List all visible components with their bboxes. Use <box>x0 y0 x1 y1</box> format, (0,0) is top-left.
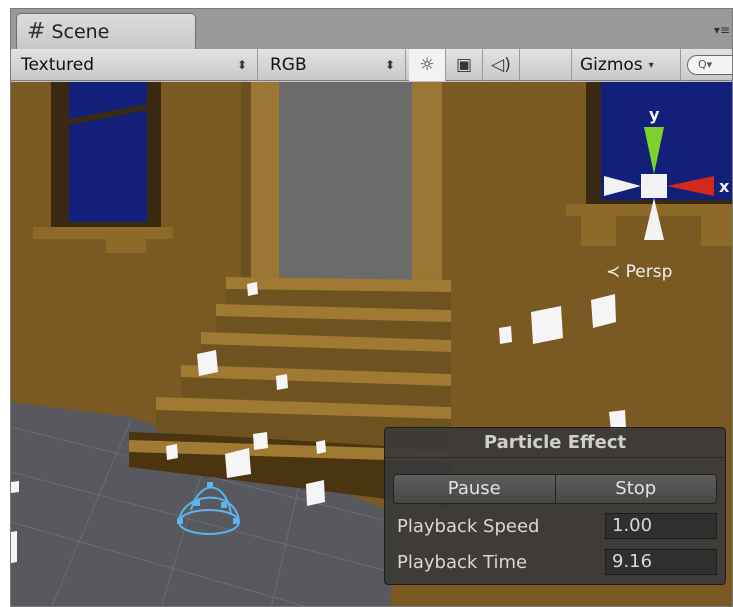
playback-speed-row: Playback Speed 1.00 <box>397 513 717 541</box>
tab-label: Scene <box>51 20 110 43</box>
right-window-sill <box>566 204 732 216</box>
playback-speed-label: Playback Speed <box>397 516 540 537</box>
channel-label: RGB <box>270 55 307 75</box>
dropdown-arrows-icon: ⬍ <box>384 58 395 72</box>
render-mode-dropdown[interactable]: Textured ⬍ <box>11 49 258 81</box>
door-opening <box>279 82 412 292</box>
playback-time-label: Playback Time <box>397 552 528 573</box>
pause-button[interactable]: Pause <box>393 474 556 504</box>
sun-icon: ☼ <box>419 55 435 75</box>
playback-speed-field[interactable]: 1.00 <box>605 513 717 539</box>
search-input[interactable]: Q▾ <box>687 55 732 75</box>
image-icon: ▣ <box>455 55 473 75</box>
scene-effects-toggle[interactable]: ▣ <box>446 49 483 81</box>
playback-time-field[interactable]: 9.16 <box>605 549 717 575</box>
gizmo-y-label: y <box>649 105 660 124</box>
render-mode-label: Textured <box>21 55 95 75</box>
gizmos-label: Gizmos <box>580 55 643 75</box>
gizmos-dropdown[interactable]: Gizmos ▾ <box>571 49 681 81</box>
door-pillar-left <box>251 82 279 292</box>
scene-window: # Scene ▾≡ Textured ⬍ RGB ⬍ ☼ ▣ ◁) Gizmo… <box>10 8 733 607</box>
hash-icon: # <box>27 19 46 44</box>
scene-viewport[interactable]: y x ≺ Persp Particle Effect Pause Stop P… <box>11 82 732 606</box>
chevron-down-icon: ▾ <box>648 59 654 71</box>
playback-time-row: Playback Time 9.16 <box>397 549 717 577</box>
door-pillar-right <box>412 82 442 292</box>
stop-button[interactable]: Stop <box>555 474 717 504</box>
particle-effect-panel: Particle Effect Pause Stop Playback Spee… <box>384 427 726 585</box>
gizmo-x-label: x <box>719 177 730 196</box>
scene-lighting-toggle[interactable]: ☼ <box>409 49 446 81</box>
projection-label[interactable]: ≺ Persp <box>606 262 672 282</box>
dropdown-arrows-icon: ⬍ <box>236 58 247 72</box>
window-menu-icon[interactable]: ▾≡ <box>714 23 730 37</box>
left-window-sill <box>33 227 173 239</box>
left-window-glass <box>69 82 147 222</box>
tab-scene[interactable]: # Scene <box>16 13 196 49</box>
scene-audio-toggle[interactable]: ◁) <box>483 49 520 81</box>
tab-bar: # Scene ▾≡ <box>11 9 732 49</box>
panel-title: Particle Effect <box>385 428 725 458</box>
scene-toolbar: Textured ⬍ RGB ⬍ ☼ ▣ ◁) Gizmos ▾ Q▾ <box>11 49 732 81</box>
channel-dropdown[interactable]: RGB ⬍ <box>258 49 406 81</box>
speaker-icon: ◁) <box>491 55 511 75</box>
playback-buttons: Pause Stop <box>393 474 717 504</box>
